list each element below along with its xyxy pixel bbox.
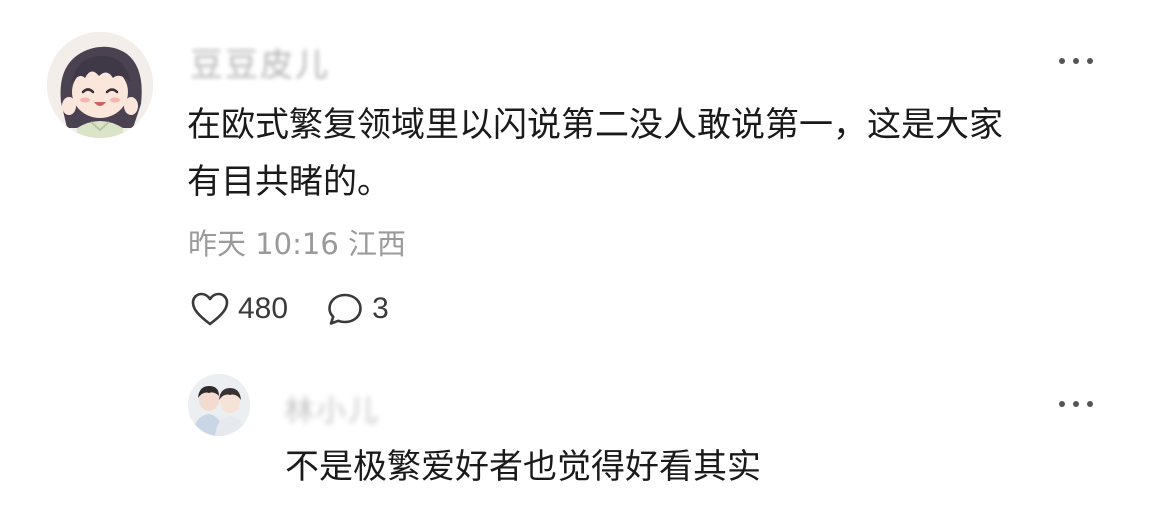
comment-text-line: 有目共睹的。 [187, 162, 391, 202]
username[interactable]: 豆豆皮儿 [190, 38, 330, 86]
user-avatar[interactable] [47, 32, 153, 138]
anime-girl-avatar-icon [47, 32, 153, 138]
like-count: 480 [238, 292, 289, 325]
comment-actions: 480 3 [190, 286, 389, 332]
reply-text: 不是极繁爱好者也觉得好看其实 [285, 447, 761, 487]
comment-location: 江西 [348, 227, 407, 261]
reply-button[interactable]: 3 [326, 291, 389, 327]
reply-user-avatar[interactable] [188, 374, 250, 436]
more-dots-icon[interactable] [1056, 52, 1096, 64]
two-people-photo-avatar-icon [188, 374, 250, 436]
comment-time: 昨天 10:16 [188, 227, 339, 261]
like-button[interactable]: 480 [190, 291, 288, 327]
comment-meta: 昨天 10:16 江西 [188, 221, 406, 263]
reply-username[interactable]: 林小儿 [284, 386, 380, 430]
more-dots-icon[interactable] [1056, 395, 1096, 407]
reply-count: 3 [372, 292, 389, 325]
heart-icon [191, 292, 229, 326]
comment-text-line: 在欧式繁复领域里以闪说第二没人敢说第一，这是大家 [187, 105, 1003, 145]
comment-bubble-icon [328, 293, 362, 325]
